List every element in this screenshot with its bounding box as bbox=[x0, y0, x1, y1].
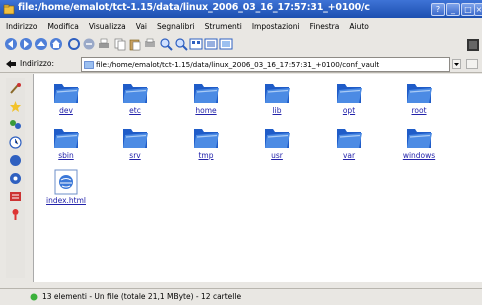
location-dropdown-icon[interactable] bbox=[452, 59, 461, 69]
file-item[interactable]: lib bbox=[247, 79, 307, 115]
file-item[interactable]: windows bbox=[389, 124, 449, 160]
konqueror-icon bbox=[3, 4, 15, 15]
file-item[interactable]: opt bbox=[319, 79, 379, 115]
icon-view-icon[interactable] bbox=[189, 37, 203, 51]
title-bar[interactable]: file:/home/emalot/tct-1.15/data/linux_20… bbox=[0, 0, 482, 18]
file-name: sbin bbox=[58, 151, 74, 160]
menu-bar: Indirizzo Modifica Visualizza Vai Segnal… bbox=[0, 19, 482, 33]
sidebar-network-icon[interactable] bbox=[9, 118, 22, 131]
file-item[interactable]: root bbox=[389, 79, 449, 115]
folder-icon bbox=[36, 79, 96, 105]
folder-icon bbox=[105, 79, 165, 105]
folder-icon bbox=[176, 79, 236, 105]
location-label: Indirizzo: bbox=[20, 59, 54, 68]
print-icon[interactable] bbox=[97, 37, 111, 51]
file-item[interactable]: home bbox=[176, 79, 236, 115]
folder-icon bbox=[389, 79, 449, 105]
location-url: file:/home/emalot/tct-1.15/data/linux_20… bbox=[96, 60, 380, 69]
menu-visualizza[interactable]: Visualizza bbox=[83, 22, 130, 31]
sidebar-services-icon[interactable] bbox=[9, 190, 22, 203]
folder-icon bbox=[319, 124, 379, 150]
help-button[interactable]: ? bbox=[431, 3, 445, 16]
folder-icon bbox=[389, 124, 449, 150]
sidebar-config-icon[interactable] bbox=[9, 82, 22, 95]
file-name: root bbox=[411, 106, 427, 115]
go-icon[interactable] bbox=[466, 59, 478, 69]
menu-indirizzo[interactable]: Indirizzo bbox=[0, 22, 41, 31]
file-name: etc bbox=[129, 106, 141, 115]
menu-modifica[interactable]: Modifica bbox=[41, 22, 82, 31]
file-view: dev etc home lib opt root sbin srv tmp usr var wind… bbox=[33, 74, 482, 282]
file-name: index.html bbox=[46, 196, 86, 205]
file-item[interactable]: var bbox=[319, 124, 379, 160]
status-bar: 13 elementi - Un file (totale 21,1 MByte… bbox=[0, 288, 482, 305]
status-text: 13 elementi - Un file (totale 21,1 MByte… bbox=[42, 292, 242, 301]
file-name: srv bbox=[129, 151, 141, 160]
file-item[interactable]: sbin bbox=[36, 124, 96, 160]
file-name: tmp bbox=[198, 151, 214, 160]
reload-icon[interactable] bbox=[67, 37, 81, 51]
file-item[interactable]: tmp bbox=[176, 124, 236, 160]
file-item[interactable]: srv bbox=[105, 124, 165, 160]
maximize-button[interactable]: □ bbox=[461, 3, 475, 16]
clear-location-icon[interactable] bbox=[5, 59, 17, 69]
menu-segnalibri[interactable]: Segnalibri bbox=[151, 22, 199, 31]
sidebar-home-icon[interactable] bbox=[9, 154, 22, 167]
folder-icon bbox=[247, 79, 307, 105]
html-file-icon bbox=[36, 169, 96, 195]
menu-finestra[interactable]: Finestra bbox=[304, 22, 344, 31]
file-name: var bbox=[342, 151, 356, 160]
menu-impostazioni[interactable]: Impostazioni bbox=[246, 22, 304, 31]
close-button[interactable]: × bbox=[474, 3, 482, 16]
file-name: lib bbox=[272, 106, 282, 115]
folder-icon bbox=[319, 79, 379, 105]
back-icon[interactable] bbox=[4, 37, 18, 51]
folder-icon bbox=[36, 124, 96, 150]
menu-strumenti[interactable]: Strumenti bbox=[199, 22, 246, 31]
file-name: dev bbox=[59, 106, 73, 115]
file-name: windows bbox=[402, 151, 436, 160]
sidebar-media-icon[interactable] bbox=[9, 172, 22, 185]
file-name: home bbox=[195, 106, 217, 115]
menu-vai[interactable]: Vai bbox=[130, 22, 151, 31]
folder-icon bbox=[176, 124, 236, 150]
paste-icon[interactable] bbox=[128, 37, 142, 51]
file-item[interactable]: usr bbox=[247, 124, 307, 160]
sidebar-bookmarks-icon[interactable] bbox=[9, 100, 22, 113]
location-input[interactable]: file:/home/emalot/tct-1.15/data/linux_20… bbox=[81, 57, 450, 72]
file-name: usr bbox=[271, 151, 283, 160]
file-item[interactable]: dev bbox=[36, 79, 96, 115]
window-title: file:/home/emalot/tct-1.15/data/linux_20… bbox=[18, 2, 370, 13]
print-preview-icon[interactable] bbox=[143, 37, 157, 51]
file-item[interactable]: index.html bbox=[36, 169, 96, 205]
zoom-out-icon[interactable] bbox=[174, 37, 188, 51]
sidebar-root-folder-icon[interactable] bbox=[9, 208, 22, 221]
tree-view-icon[interactable] bbox=[219, 37, 233, 51]
status-indicator-icon bbox=[30, 293, 38, 301]
home-icon[interactable] bbox=[49, 37, 63, 51]
menu-aiuto[interactable]: Aiuto bbox=[343, 22, 373, 31]
folder-icon bbox=[105, 124, 165, 150]
sidebar-history-icon[interactable] bbox=[9, 136, 22, 149]
stop-icon[interactable] bbox=[82, 37, 96, 51]
zoom-in-icon[interactable] bbox=[159, 37, 173, 51]
main-toolbar bbox=[0, 34, 482, 56]
copy-icon[interactable] bbox=[113, 37, 127, 51]
navigation-panel-tabs bbox=[6, 78, 25, 278]
forward-icon[interactable] bbox=[19, 37, 33, 51]
folder-icon bbox=[247, 124, 307, 150]
up-icon[interactable] bbox=[34, 37, 48, 51]
location-bar: Indirizzo: file:/home/emalot/tct-1.15/da… bbox=[0, 56, 482, 73]
minimize-button[interactable]: _ bbox=[446, 3, 460, 16]
file-name: opt bbox=[342, 106, 356, 115]
folder-small-icon bbox=[84, 61, 94, 69]
list-view-icon[interactable] bbox=[204, 37, 218, 51]
file-item[interactable]: etc bbox=[105, 79, 165, 115]
file-manager-window: file:/home/emalot/tct-1.15/data/linux_20… bbox=[0, 0, 482, 305]
throbber-icon bbox=[467, 39, 479, 51]
